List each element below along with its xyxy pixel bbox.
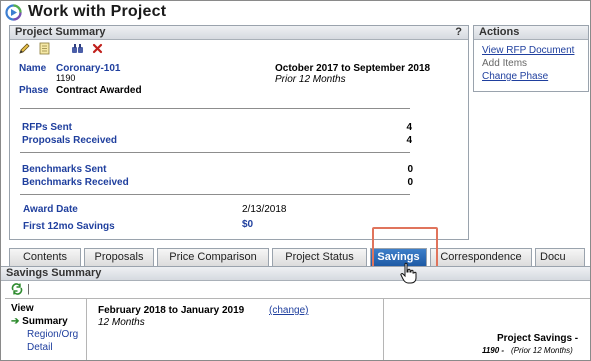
project-id: 1190 <box>56 73 76 83</box>
savings-period-sub: 12 Months <box>98 317 145 328</box>
tab-price-comparison[interactable]: Price Comparison <box>157 248 269 266</box>
savings-toolbar: | <box>11 283 30 295</box>
pencil-icon[interactable] <box>18 42 31 55</box>
savings-summary-title: Savings Summary <box>6 267 102 279</box>
hand-cursor-icon <box>400 262 417 284</box>
divider <box>5 298 590 299</box>
view-selector: View ➔ Summary Region/Org Detail <box>11 303 78 353</box>
window-title: Work with Project <box>28 3 167 20</box>
view-title: View <box>11 303 34 314</box>
benchmarks-received-value: 0 <box>407 177 413 188</box>
view-region-org[interactable]: Region/Org <box>11 329 78 340</box>
award-date-label: Award Date <box>23 204 78 215</box>
tab-documents[interactable]: Docu <box>535 248 585 266</box>
divider <box>20 152 410 153</box>
tab-bar: Contents Proposals Price Comparison Proj… <box>9 248 590 266</box>
summary-period: October 2017 to September 2018 <box>275 63 431 74</box>
project-savings-sub: (Prior 12 Months) <box>511 346 573 355</box>
divider <box>20 108 410 109</box>
savings-summary-header: Savings Summary <box>1 267 590 281</box>
toolbar-separator: | <box>27 283 30 295</box>
view-detail[interactable]: Detail <box>11 342 78 353</box>
savings-period: February 2018 to January 2019 <box>98 305 245 316</box>
binoculars-icon[interactable] <box>71 42 84 55</box>
summary-period-sub: Prior 12 Months <box>275 74 346 85</box>
notes-icon[interactable] <box>38 42 51 55</box>
actions-panel: Actions View RFP Document Add Items Chan… <box>473 25 589 92</box>
divider <box>86 298 87 360</box>
benchmarks-received-label: Benchmarks Received <box>22 177 129 188</box>
tab-contents[interactable]: Contents <box>9 248 81 266</box>
rfps-sent-label: RFPs Sent <box>22 122 73 133</box>
first-savings-value: $0 <box>242 219 254 230</box>
proposals-received-value: 4 <box>406 135 412 146</box>
project-savings-title: Project Savings - <box>497 333 579 344</box>
refresh-icon[interactable] <box>11 283 23 295</box>
project-summary-title: Project Summary <box>15 26 106 38</box>
tab-project-status[interactable]: Project Status <box>272 248 367 266</box>
first-savings-label: First 12mo Savings <box>23 221 115 232</box>
app-logo-icon <box>5 3 22 21</box>
rfps-sent-value: 4 <box>406 122 412 133</box>
name-label: Name <box>19 63 47 74</box>
project-savings-id: 1190 - <box>482 346 505 355</box>
title-bar: Work with Project <box>1 1 590 23</box>
project-toolbar <box>18 42 104 55</box>
benchmarks-sent-label: Benchmarks Sent <box>22 164 107 175</box>
view-summary[interactable]: ➔ Summary <box>11 316 78 327</box>
add-items-link: Add Items <box>482 58 528 69</box>
proposals-received-label: Proposals Received <box>22 135 118 146</box>
view-summary-label: Summary <box>22 316 68 327</box>
award-date-value: 2/13/2018 <box>242 204 287 215</box>
divider <box>383 298 384 360</box>
phase-label: Phase <box>19 85 49 96</box>
phase-value: Contract Awarded <box>56 85 142 96</box>
window: Work with Project Project Summary ? Name… <box>0 0 591 361</box>
actions-title: Actions <box>479 26 520 38</box>
change-phase-link[interactable]: Change Phase <box>482 71 548 82</box>
view-rfp-document-link[interactable]: View RFP Document <box>482 45 574 56</box>
divider <box>20 194 410 195</box>
actions-header: Actions <box>474 26 588 40</box>
project-summary-header: Project Summary ? <box>10 26 468 40</box>
project-summary-panel: Project Summary ? Name Coronary-101 1190… <box>9 25 469 240</box>
benchmarks-sent-value: 0 <box>407 164 413 175</box>
arrow-right-icon: ➔ <box>11 316 20 327</box>
tab-proposals[interactable]: Proposals <box>84 248 154 266</box>
tab-correspondence[interactable]: Correspondence <box>430 248 532 266</box>
delete-icon[interactable] <box>91 42 104 55</box>
help-icon[interactable]: ? <box>455 26 462 39</box>
change-period-link[interactable]: (change) <box>269 305 308 316</box>
